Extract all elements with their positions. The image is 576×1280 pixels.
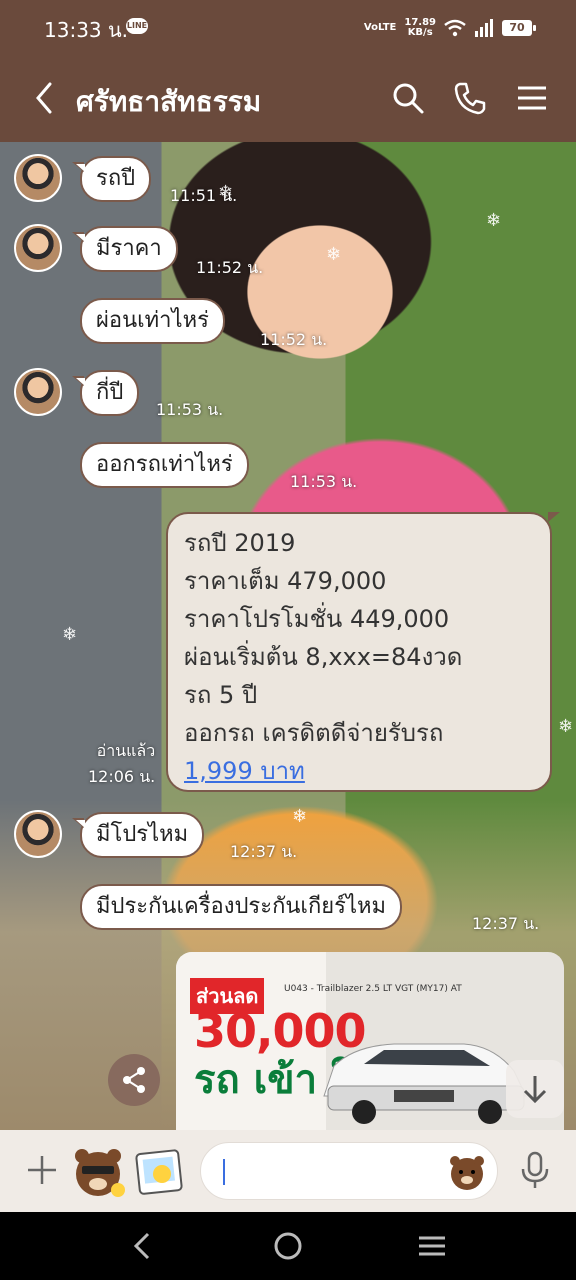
system-nav-bar	[0, 1212, 576, 1280]
avatar[interactable]	[14, 368, 62, 416]
message-bubble[interactable]: มีประกันเครื่องประกันเกียร์ไหม	[80, 884, 403, 930]
message-bubble[interactable]: รถปี	[71, 156, 152, 202]
plus-icon[interactable]	[24, 1152, 60, 1188]
message-time: 11:53 น.	[290, 472, 358, 491]
photo-sticker-icon[interactable]	[134, 1146, 186, 1198]
model-text: U043 - Trailblazer 2.5 LT VGT (MY17) AT	[284, 984, 462, 994]
snowflake-icon: ❄	[558, 716, 574, 737]
message-bubble[interactable]: ผ่อนเท่าไหร่	[80, 298, 225, 344]
message-time: 12:06 น.	[88, 767, 156, 786]
chat-header: ศรัทธาสัทธรรม	[0, 56, 576, 142]
message-bubble[interactable]: กี่ปี	[71, 370, 140, 416]
microphone-icon[interactable]	[518, 1150, 552, 1190]
line-notification-icon: LINE	[126, 18, 148, 34]
status-time: 13:33 น.	[44, 18, 129, 42]
snowflake-icon: ❄	[326, 244, 342, 265]
signal-icon	[475, 19, 493, 37]
message-line: ออกรถ เครดิตดีจ่ายรับรถ	[184, 719, 444, 747]
net-speed-unit: KB/s	[407, 27, 433, 38]
message-line: ราคาโปรโมชั่น 449,000	[184, 605, 450, 633]
avatar[interactable]	[14, 154, 62, 202]
message-bubble[interactable]: มีโปรไหม	[71, 812, 205, 858]
emoji-sticker-icon[interactable]	[447, 1152, 487, 1192]
snowflake-icon: ❄	[62, 624, 78, 645]
nav-recents-icon[interactable]	[416, 1230, 448, 1262]
bubble-tail	[548, 512, 560, 522]
input-bar	[0, 1130, 576, 1212]
message-bubble[interactable]: มีราคา	[72, 226, 178, 272]
arrow-down-icon	[523, 1076, 547, 1104]
scroll-down-button[interactable]	[506, 1060, 564, 1118]
car-image	[323, 1043, 527, 1124]
phone-icon[interactable]	[452, 80, 488, 116]
wifi-icon	[444, 19, 466, 37]
net-speed: 17.89 KB/s	[404, 18, 436, 38]
status-right: VoLTE 17.89 KB/s 70	[363, 14, 536, 42]
menu-icon[interactable]	[514, 80, 550, 116]
avatar[interactable]	[14, 810, 62, 858]
message-input[interactable]	[200, 1142, 498, 1200]
message-time: 11:52 น.	[260, 330, 328, 349]
share-button[interactable]	[108, 1054, 160, 1106]
search-icon[interactable]	[390, 80, 426, 116]
avatar[interactable]	[14, 224, 62, 272]
nav-back-icon[interactable]	[128, 1230, 160, 1262]
snowflake-icon: ❄	[486, 210, 502, 231]
brown-bear-sticker-icon[interactable]	[70, 1144, 126, 1200]
read-label: อ่านแล้ว	[96, 741, 156, 760]
message-time: 11:52 น.	[196, 258, 264, 277]
message-line: ผ่อนเริ่มต้น 8,xxx=84งวด	[184, 643, 463, 671]
text-caret	[223, 1159, 225, 1185]
volte-icon: VoLTE	[363, 22, 397, 33]
chat-title: ศรัทธาสัทธรรม	[76, 85, 262, 118]
battery-icon: 70	[502, 20, 536, 36]
snowflake-icon: ❄	[292, 806, 308, 827]
back-arrow-icon[interactable]	[28, 78, 64, 118]
nav-home-icon[interactable]	[272, 1230, 304, 1262]
share-icon	[123, 1067, 145, 1093]
chat-area[interactable]: ❄ ❄ ❄ ❄ ❄ ❄ รถปี 11:51 น. มีราคา 11:52 น…	[0, 142, 576, 1130]
status-bar: 13:33 น. LINE VoLTE 17.89 KB/s 70	[0, 0, 576, 56]
message-time: 11:51 น.	[170, 186, 238, 205]
message-line: รถปี 2019	[184, 529, 296, 557]
outgoing-message-bubble[interactable]: รถปี 2019 ราคาเต็ม 479,000 ราคาโปรโมชั่น…	[166, 512, 552, 792]
message-time: 11:53 น.	[156, 400, 224, 419]
message-line: รถ 5 ปี	[184, 681, 258, 709]
message-line: ราคาเต็ม 479,000	[184, 567, 387, 595]
message-time: 12:37 น.	[472, 914, 540, 933]
message-bubble[interactable]: ออกรถเท่าไหร่	[80, 442, 249, 488]
message-time: 12:37 น.	[230, 842, 298, 861]
message-link[interactable]: 1,999 บาท	[184, 752, 534, 790]
read-receipt: อ่านแล้ว 12:06 น.	[88, 738, 155, 790]
